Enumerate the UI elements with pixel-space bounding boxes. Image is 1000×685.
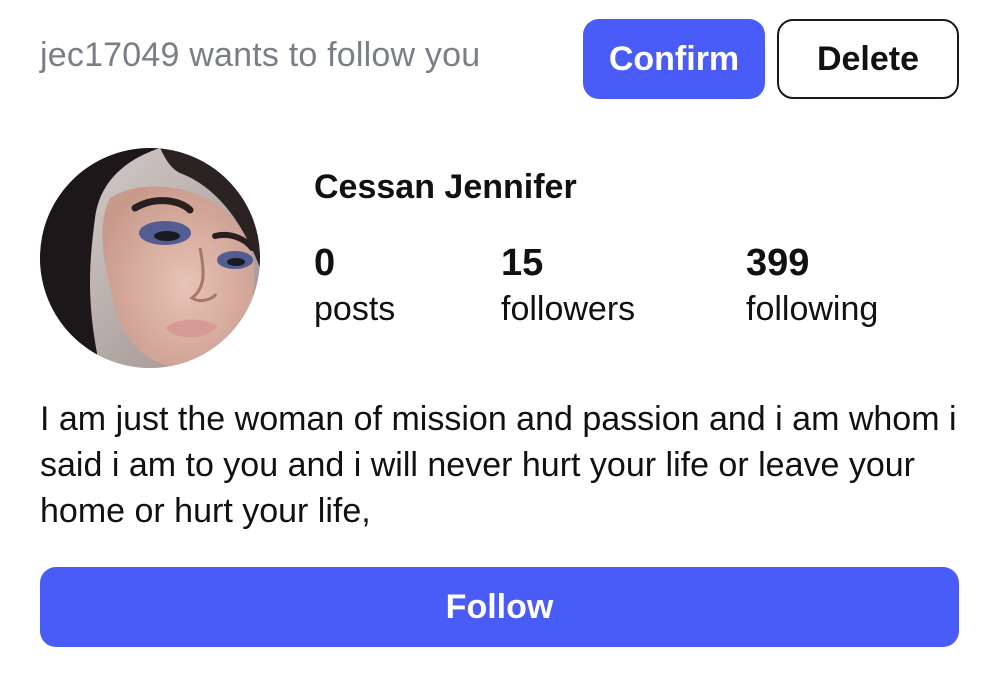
following-label: following [746,290,879,328]
profile-name: Cessan Jennifer [314,168,577,206]
follow-request-card: jec17049 wants to follow you Confirm Del… [0,0,1000,685]
follow-request-text: jec17049 wants to follow you [40,36,481,74]
avatar[interactable] [40,148,260,368]
stat-following[interactable]: 399 following [746,240,878,332]
posts-label: posts [314,290,396,328]
confirm-button[interactable]: Confirm [583,19,765,99]
follow-button[interactable]: Follow [40,567,959,647]
following-count: 399 [746,242,810,284]
posts-count: 0 [314,242,336,284]
delete-button[interactable]: Delete [777,19,959,99]
profile-bio: I am just the woman of mission and passi… [40,400,957,530]
stat-posts[interactable]: 0 posts [314,240,395,332]
profile-photo [40,148,260,368]
followers-count: 15 [501,242,544,284]
stat-followers[interactable]: 15 followers [501,240,635,332]
followers-label: followers [501,290,636,328]
